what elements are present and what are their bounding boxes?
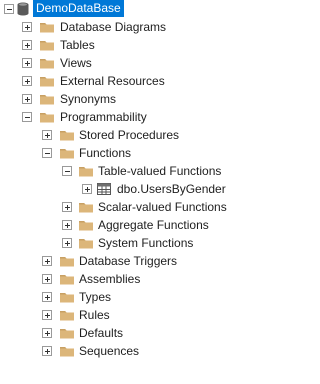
collapse-toggle[interactable] [4,4,14,14]
tree-node-label: Database Diagrams [60,20,167,34]
folder-icon [60,293,74,303]
folder-icon [60,311,74,321]
tree-node-label: Programmability [60,110,147,124]
collapse-toggle[interactable] [62,166,72,176]
expand-toggle[interactable] [22,40,32,50]
folder-icon [60,275,74,285]
tree-node-label: Tables [60,38,95,52]
tree-node-label: Sequences [79,344,140,358]
tree-node-label: Views [60,56,92,70]
tree-node-label: Scalar-valued Functions [98,200,227,214]
tree-node-label: Stored Procedures [79,128,180,142]
folder-icon [40,113,54,123]
tree-node-label: Table-valued Functions [98,164,222,178]
folder-icon [60,149,74,159]
expand-toggle[interactable] [42,130,52,140]
folder-icon [60,329,74,339]
tree-node-label: Synonyms [60,92,117,106]
expand-toggle[interactable] [42,292,52,302]
tree-node-label: Database Triggers [79,254,178,268]
tree-node-label: Rules [79,308,110,322]
tree-node-label: dbo.UsersByGender [117,182,226,196]
collapse-toggle[interactable] [42,148,52,158]
folder-icon [40,41,54,51]
folder-icon [60,347,74,357]
expand-toggle[interactable] [62,202,72,212]
folder-icon [60,131,74,141]
expand-toggle[interactable] [82,184,92,194]
folder-icon [40,95,54,105]
object-explorer-tree: DemoDataBase Database Diagrams Tables Vi… [0,0,271,384]
folder-icon [79,203,93,213]
folder-icon [40,77,54,87]
collapse-toggle[interactable] [22,112,32,122]
folder-icon [79,221,93,231]
expand-toggle[interactable] [22,22,32,32]
expand-toggle[interactable] [42,256,52,266]
expand-toggle[interactable] [42,346,52,356]
database-icon [17,2,29,16]
expand-toggle[interactable] [22,94,32,104]
tree-node-label: Aggregate Functions [98,218,209,232]
expand-toggle[interactable] [42,274,52,284]
expand-toggle[interactable] [42,310,52,320]
tree-node-label: DemoDataBase [33,0,124,17]
tree-node-label: Types [79,290,112,304]
expand-toggle[interactable] [62,220,72,230]
expand-toggle[interactable] [62,238,72,248]
folder-icon [60,257,74,267]
folder-icon [79,239,93,249]
tree-node-label: Functions [79,146,132,160]
folder-icon [40,23,54,33]
expand-toggle[interactable] [42,328,52,338]
tree-node-label: External Resources [60,74,165,88]
expand-toggle[interactable] [22,58,32,68]
table-function-icon [97,183,111,195]
folder-icon [40,59,54,69]
folder-icon [79,167,93,177]
tree-node-label: Assemblies [79,272,141,286]
expand-toggle[interactable] [22,76,32,86]
tree-node-label: System Functions [98,236,194,250]
tree-node-label: Defaults [79,326,124,340]
